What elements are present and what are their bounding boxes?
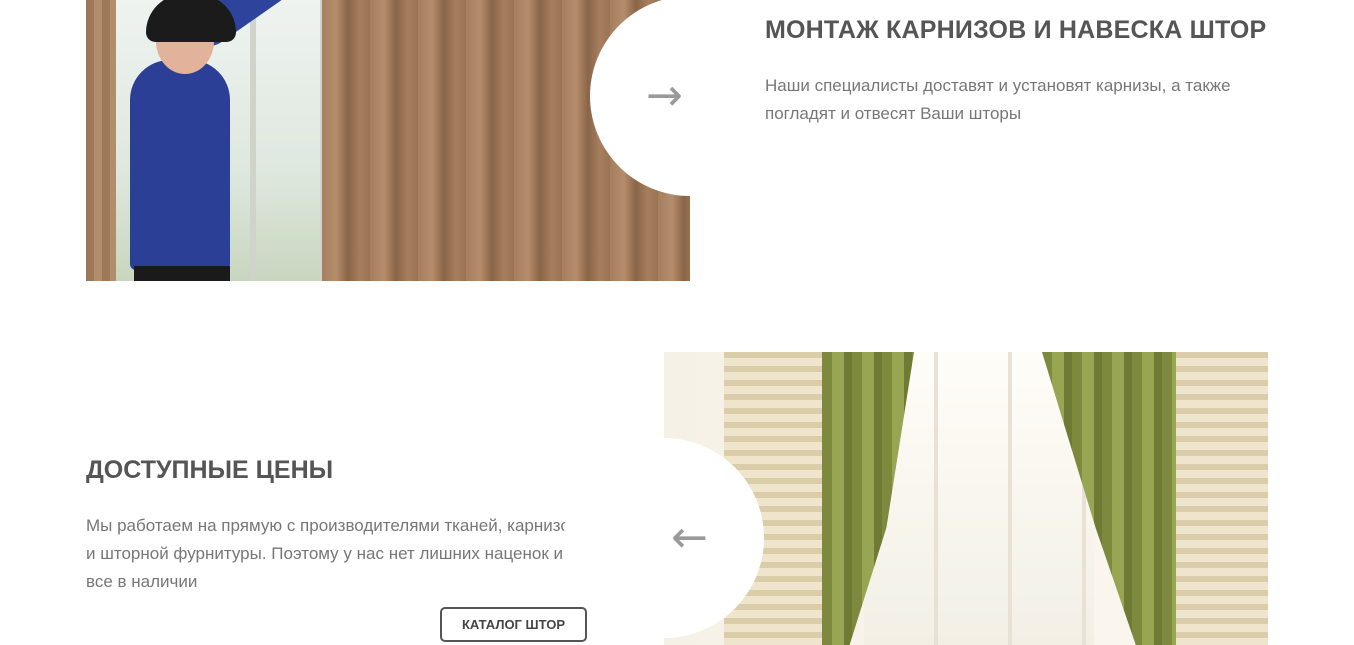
lace-curtain-right — [1172, 352, 1268, 645]
section-description-installation: Наши специалисты доставят и установят ка… — [765, 76, 1231, 123]
arrow-circle-right[interactable]: → — [590, 0, 790, 196]
page: → МОНТАЖ КАРНИЗОВ И НАВЕСКА ШТОР Наши сп… — [0, 0, 1354, 645]
catalog-button[interactable]: КАТАЛОГ ШТОР — [440, 607, 587, 642]
arrow-left-icon: ← — [671, 512, 708, 563]
arrow-right-icon: → — [646, 70, 683, 121]
installer-body — [130, 60, 230, 270]
installer-cap — [146, 0, 236, 42]
section-title-prices: ДОСТУПНЫЕ ЦЕНЫ — [86, 456, 334, 484]
section-description-prices: Мы работаем на прямую с производителями … — [86, 516, 579, 591]
curtain-edge — [86, 0, 116, 281]
installer-belt — [134, 266, 230, 281]
section-title-installation: МОНТАЖ КАРНИЗОВ И НАВЕСКА ШТОР — [765, 16, 1267, 44]
arrow-circle-left[interactable]: ← — [564, 438, 764, 638]
installer-hanging-curtains-photo — [86, 0, 690, 281]
